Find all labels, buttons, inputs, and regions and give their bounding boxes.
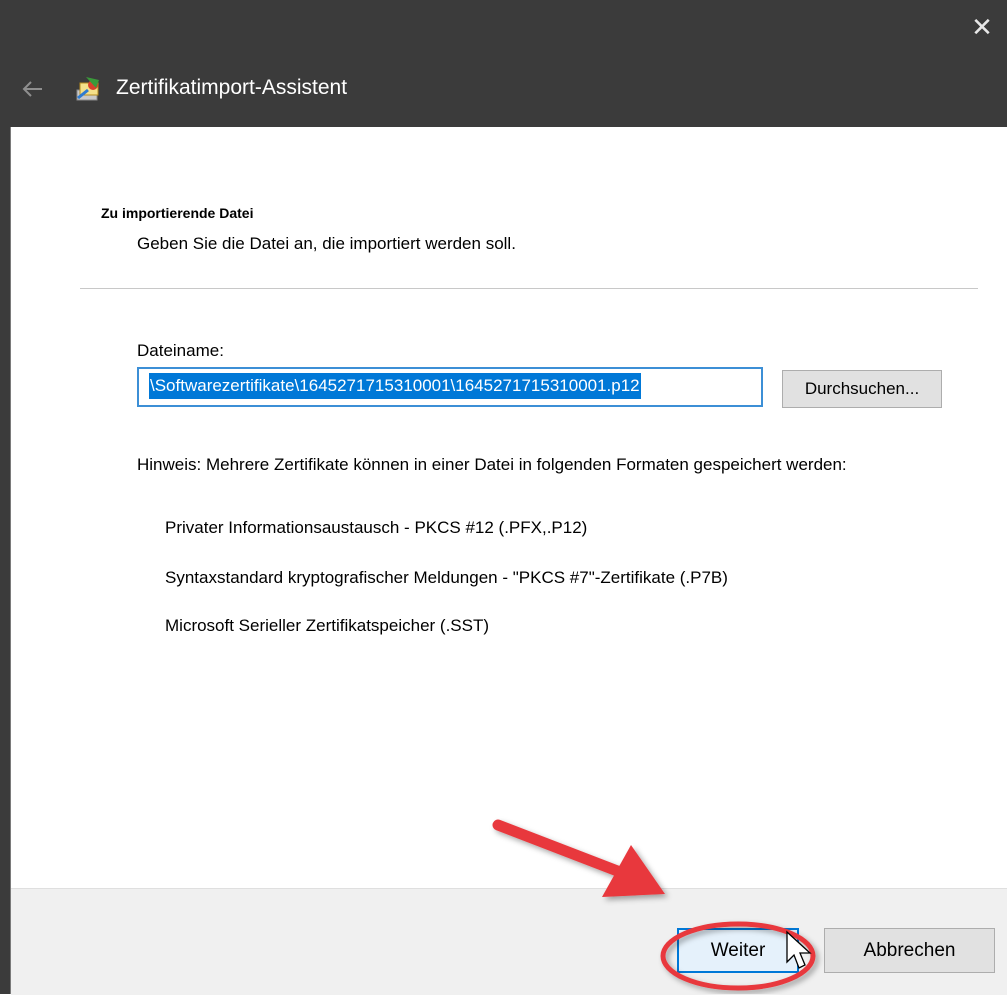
cancel-button[interactable]: Abbrechen: [824, 928, 995, 973]
window-frame: [0, 127, 11, 994]
filename-input[interactable]: \Softwarezertifikate\1645271715310001\16…: [137, 367, 763, 407]
next-button[interactable]: Weiter: [677, 928, 799, 973]
back-button[interactable]: [20, 76, 46, 102]
arrow-annotation: [492, 819, 665, 897]
filename-value: \Softwarezertifikate\1645271715310001\16…: [149, 373, 641, 399]
format-item-sst: Microsoft Serieller Zertifikatspeicher (…: [165, 616, 490, 635]
back-arrow-icon: [22, 81, 42, 97]
page-subtitle: Geben Sie die Datei an, die importiert w…: [137, 234, 516, 253]
page-title: Zu importierende Datei: [101, 205, 254, 221]
divider: [80, 288, 978, 289]
window-title: Zertifikatimport-Assistent: [116, 76, 348, 99]
browse-button[interactable]: Durchsuchen...: [782, 370, 942, 408]
title-bar: ✕ Zertifikatimport-Assistent: [0, 0, 1007, 127]
filename-label: Dateiname:: [137, 341, 224, 360]
annotation-overlay: [492, 819, 816, 991]
hint-text: Hinweis: Mehrere Zertifikate können in e…: [137, 455, 847, 474]
format-item-p7b: Syntaxstandard kryptografischer Meldunge…: [165, 568, 728, 587]
close-icon: ✕: [971, 12, 993, 42]
certificate-wizard-icon: [76, 77, 99, 101]
format-item-pfx: Privater Informationsaustausch - PKCS #1…: [165, 518, 588, 537]
close-button[interactable]: ✕: [967, 12, 997, 42]
